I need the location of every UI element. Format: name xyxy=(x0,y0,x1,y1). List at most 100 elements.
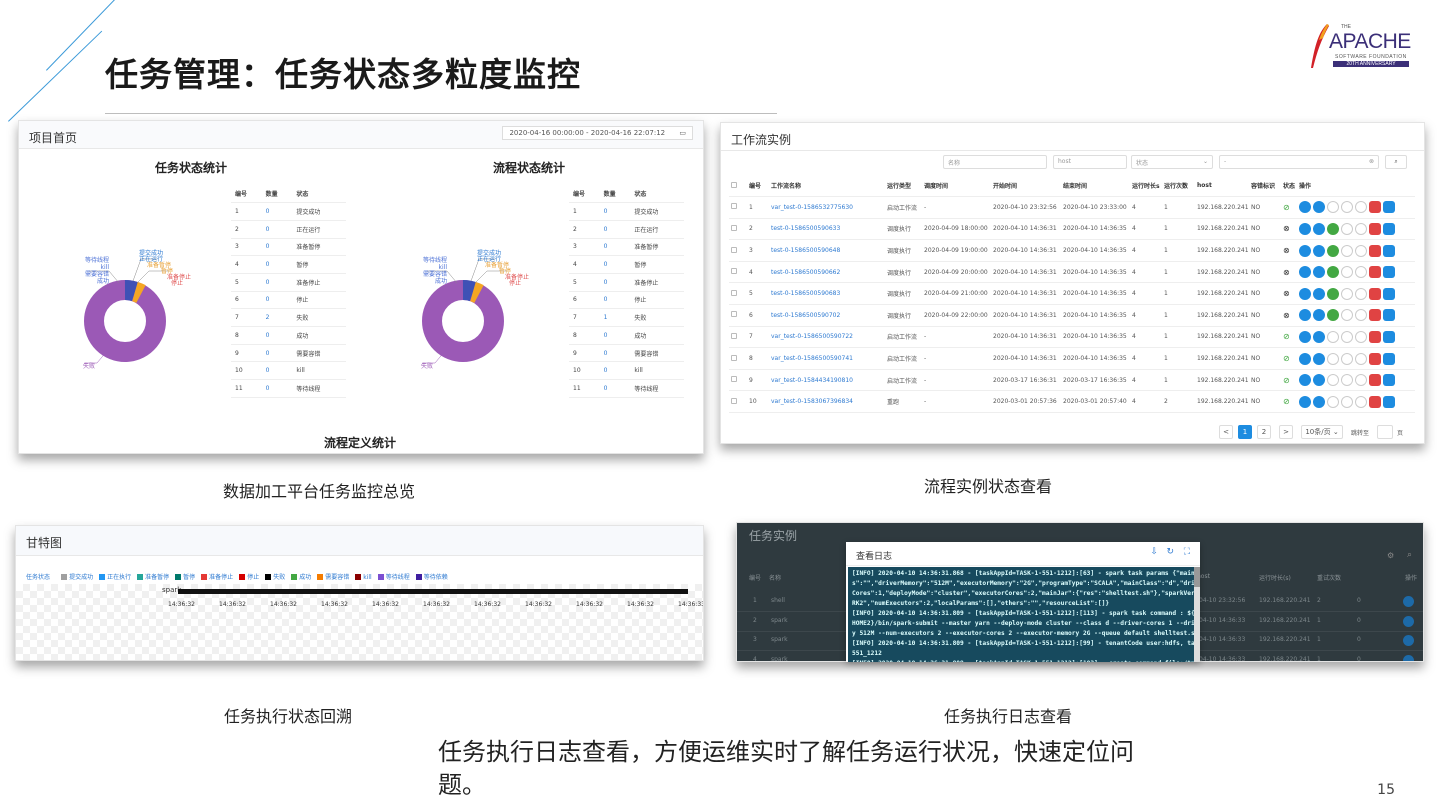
row-checkbox[interactable] xyxy=(729,196,747,219)
pause-icon[interactable] xyxy=(1341,244,1353,257)
resume-icon[interactable] xyxy=(1327,395,1339,408)
delete-icon[interactable] xyxy=(1369,266,1381,279)
pause-icon[interactable] xyxy=(1341,201,1353,214)
workflow-name-link[interactable]: var_test-0-1584434190810 xyxy=(769,369,885,392)
rerun-icon[interactable] xyxy=(1313,330,1325,343)
gantt-icon[interactable] xyxy=(1383,330,1395,343)
log-content[interactable]: [INFO] 2020-04-10 14:36:31.868 - [taskAp… xyxy=(848,567,1194,662)
delete-icon[interactable] xyxy=(1369,244,1381,257)
stop-icon[interactable] xyxy=(1355,352,1367,365)
row-count[interactable]: 0 xyxy=(599,202,631,221)
resume-icon[interactable] xyxy=(1327,374,1339,387)
row-count[interactable]: 0 xyxy=(599,273,631,292)
edit-icon[interactable] xyxy=(1299,330,1311,343)
pause-icon[interactable] xyxy=(1341,330,1353,343)
edit-icon[interactable] xyxy=(1299,352,1311,365)
refresh-icon[interactable]: ↻ xyxy=(1166,547,1174,557)
pagination-next[interactable]: > xyxy=(1279,425,1293,439)
row-count[interactable]: 1 xyxy=(599,308,631,327)
stop-icon[interactable] xyxy=(1355,287,1367,300)
date-range-filter[interactable]: - ⊗ xyxy=(1219,155,1379,169)
delete-icon[interactable] xyxy=(1369,330,1381,343)
gantt-icon[interactable] xyxy=(1383,201,1395,214)
workflow-name-link[interactable]: test-0-1586500590648 xyxy=(769,239,885,262)
pause-icon[interactable] xyxy=(1341,287,1353,300)
stop-icon[interactable] xyxy=(1355,395,1367,408)
row-count[interactable]: 0 xyxy=(261,291,293,310)
search-button[interactable]: ⌕ xyxy=(1385,155,1407,169)
gantt-icon[interactable] xyxy=(1383,374,1395,387)
row-checkbox[interactable] xyxy=(729,326,747,349)
view-log-icon[interactable] xyxy=(1403,654,1414,661)
stop-icon[interactable] xyxy=(1355,309,1367,322)
delete-icon[interactable] xyxy=(1369,222,1381,235)
recover-icon[interactable] xyxy=(1327,309,1339,322)
gantt-icon[interactable] xyxy=(1383,352,1395,365)
delete-icon[interactable] xyxy=(1369,201,1381,214)
stop-icon[interactable] xyxy=(1355,201,1367,214)
pagination-page-1[interactable]: 1 xyxy=(1238,425,1252,439)
view-log-icon[interactable] xyxy=(1403,635,1414,646)
delete-icon[interactable] xyxy=(1369,309,1381,322)
state-filter-select[interactable]: 状态 ⌄ xyxy=(1131,155,1213,169)
row-checkbox[interactable] xyxy=(729,218,747,241)
row-count[interactable]: 0 xyxy=(261,202,293,221)
workflow-name-link[interactable]: test-0-1586500590702 xyxy=(769,304,885,327)
edit-icon[interactable] xyxy=(1299,374,1311,387)
row-count[interactable]: 0 xyxy=(261,220,293,239)
stop-icon[interactable] xyxy=(1355,374,1367,387)
rerun-icon[interactable] xyxy=(1313,309,1325,322)
rerun-icon[interactable] xyxy=(1313,201,1325,214)
name-filter-input[interactable]: 名称 xyxy=(943,155,1047,169)
workflow-name-link[interactable]: test-0-1586500590662 xyxy=(769,261,885,284)
download-icon[interactable]: ⇩ xyxy=(1150,547,1158,557)
pause-icon[interactable] xyxy=(1341,309,1353,322)
row-checkbox[interactable] xyxy=(729,282,747,306)
row-count[interactable]: 0 xyxy=(599,326,631,345)
host-filter-input[interactable]: host xyxy=(1053,155,1127,169)
edit-icon[interactable] xyxy=(1299,266,1311,279)
row-checkbox[interactable] xyxy=(729,347,747,370)
pause-icon[interactable] xyxy=(1341,352,1353,365)
row-count[interactable]: 0 xyxy=(261,326,293,345)
pagination-page-2[interactable]: 2 xyxy=(1257,425,1271,439)
rerun-icon[interactable] xyxy=(1313,352,1325,365)
workflow-name-link[interactable]: var_test-0-1586500590741 xyxy=(769,347,885,370)
rerun-icon[interactable] xyxy=(1313,287,1325,300)
pause-icon[interactable] xyxy=(1341,395,1353,408)
workflow-name-link[interactable]: test-0-1586500590633 xyxy=(769,218,885,241)
pagination-prev[interactable]: < xyxy=(1219,425,1233,439)
stop-icon[interactable] xyxy=(1355,222,1367,235)
row-checkbox[interactable] xyxy=(729,261,747,284)
select-all-checkbox[interactable] xyxy=(729,175,747,198)
stop-icon[interactable] xyxy=(1355,330,1367,343)
delete-icon[interactable] xyxy=(1369,287,1381,300)
workflow-name-link[interactable]: var_test-0-1586532775630 xyxy=(769,196,885,219)
row-count[interactable]: 0 xyxy=(261,379,293,398)
recover-icon[interactable] xyxy=(1327,287,1339,300)
recover-icon[interactable] xyxy=(1327,222,1339,235)
view-log-icon[interactable] xyxy=(1403,596,1414,607)
row-count[interactable]: 0 xyxy=(261,361,293,381)
rerun-icon[interactable] xyxy=(1313,374,1325,387)
row-count[interactable]: 0 xyxy=(599,361,631,381)
row-checkbox[interactable] xyxy=(729,369,747,392)
gantt-icon[interactable] xyxy=(1383,266,1395,279)
view-log-icon[interactable] xyxy=(1403,615,1414,627)
stop-icon[interactable] xyxy=(1355,244,1367,257)
recover-icon[interactable] xyxy=(1327,266,1339,279)
stop-icon[interactable] xyxy=(1355,266,1367,279)
log-scrollbar[interactable] xyxy=(1194,567,1200,662)
edit-icon[interactable] xyxy=(1299,244,1311,257)
delete-icon[interactable] xyxy=(1369,395,1381,408)
pause-icon[interactable] xyxy=(1341,222,1353,235)
workflow-name-link[interactable]: test-0-1586500590683 xyxy=(769,282,885,306)
date-range-picker[interactable]: 2020-04-16 00:00:00 - 2020-04-16 22:07:1… xyxy=(502,126,693,140)
pause-icon[interactable] xyxy=(1341,374,1353,387)
row-count[interactable]: 0 xyxy=(599,344,631,363)
resume-icon[interactable] xyxy=(1327,352,1339,365)
gantt-icon[interactable] xyxy=(1383,287,1395,300)
pause-icon[interactable] xyxy=(1341,266,1353,279)
rerun-icon[interactable] xyxy=(1313,395,1325,408)
row-count[interactable]: 2 xyxy=(261,308,293,327)
